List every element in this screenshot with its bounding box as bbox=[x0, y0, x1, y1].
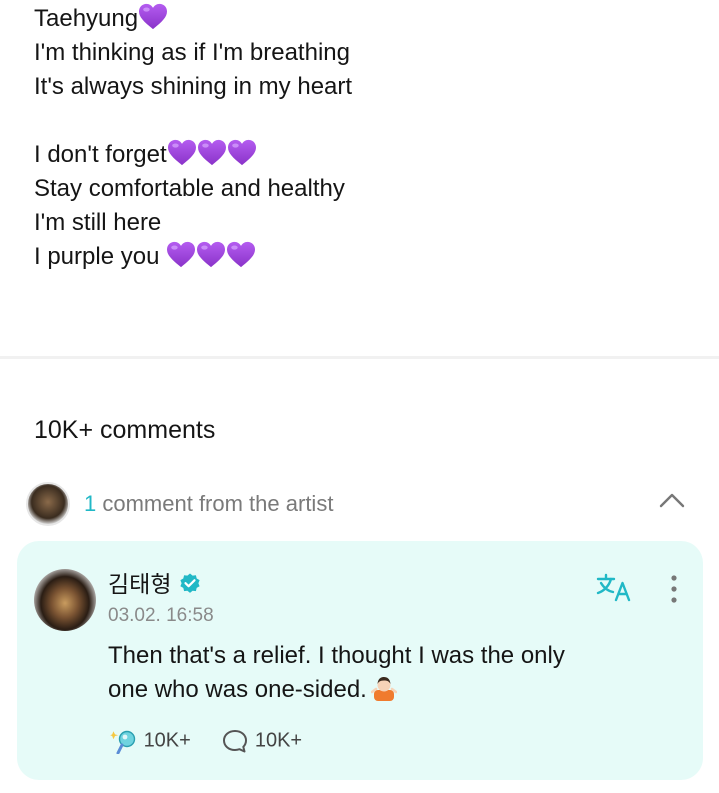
more-vertical-icon[interactable] bbox=[662, 571, 686, 607]
artist-comments-label: 1 comment from the artist bbox=[84, 491, 334, 516]
comment-text-line: one who was one-sided. bbox=[108, 673, 668, 707]
artist-avatar-small bbox=[26, 482, 70, 526]
comments-count-heading: 10K+ comments bbox=[34, 416, 216, 444]
purple-heart-icon bbox=[196, 241, 226, 269]
comment-text-line: Then that's a relief. I thought I was th… bbox=[108, 642, 565, 669]
comment-text: Then that's a relief. I thought I was th… bbox=[108, 639, 668, 707]
post-line-spacer bbox=[34, 104, 694, 138]
purple-heart-icon bbox=[226, 241, 256, 269]
post-line-2: I'm thinking as if I'm breathing bbox=[34, 39, 350, 66]
post-line-6: Stay comfortable and healthy bbox=[34, 175, 345, 202]
translate-icon[interactable] bbox=[596, 573, 632, 603]
person-shrugging-icon bbox=[370, 677, 397, 701]
chevron-up-icon[interactable] bbox=[658, 490, 686, 510]
reply-button[interactable]: 10K+ bbox=[221, 725, 302, 756]
comment-author[interactable]: 김태형 bbox=[108, 571, 171, 597]
section-divider bbox=[0, 356, 719, 359]
avatar[interactable] bbox=[34, 569, 96, 631]
purple-heart-icon bbox=[227, 139, 257, 167]
like-count: 10K+ bbox=[143, 729, 191, 752]
post-line-8: I purple you bbox=[34, 240, 694, 274]
artist-comment-card: 김태형 03.02. 16:58 Then that's a relief. I… bbox=[17, 541, 703, 780]
post-line-1: Taehyung bbox=[34, 2, 694, 36]
comment-bubble-icon bbox=[223, 729, 248, 753]
artist-comments-toggle[interactable]: 1 comment from the artist bbox=[26, 482, 694, 526]
purple-heart-icon bbox=[138, 3, 168, 31]
verified-badge-icon bbox=[180, 573, 200, 593]
comment-author-row: 김태형 bbox=[108, 569, 202, 599]
purple-heart-icon bbox=[197, 139, 227, 167]
comment-timestamp: 03.02. 16:58 bbox=[108, 605, 214, 626]
like-button[interactable]: 10K+ bbox=[108, 725, 191, 756]
post-line-5: I don't forget bbox=[34, 138, 694, 172]
purple-heart-icon bbox=[166, 241, 196, 269]
purple-heart-icon bbox=[167, 139, 197, 167]
post-line-3: It's always shining in my heart bbox=[34, 73, 353, 100]
post-line-7: I'm still here bbox=[34, 209, 162, 236]
cheer-lightstick-icon bbox=[110, 730, 136, 754]
reply-count: 10K+ bbox=[254, 729, 303, 752]
post-body: Taehyung I'm thinking as if I'm breathin… bbox=[34, 2, 694, 274]
comment-actions: 10K+ 10K+ bbox=[108, 725, 302, 755]
